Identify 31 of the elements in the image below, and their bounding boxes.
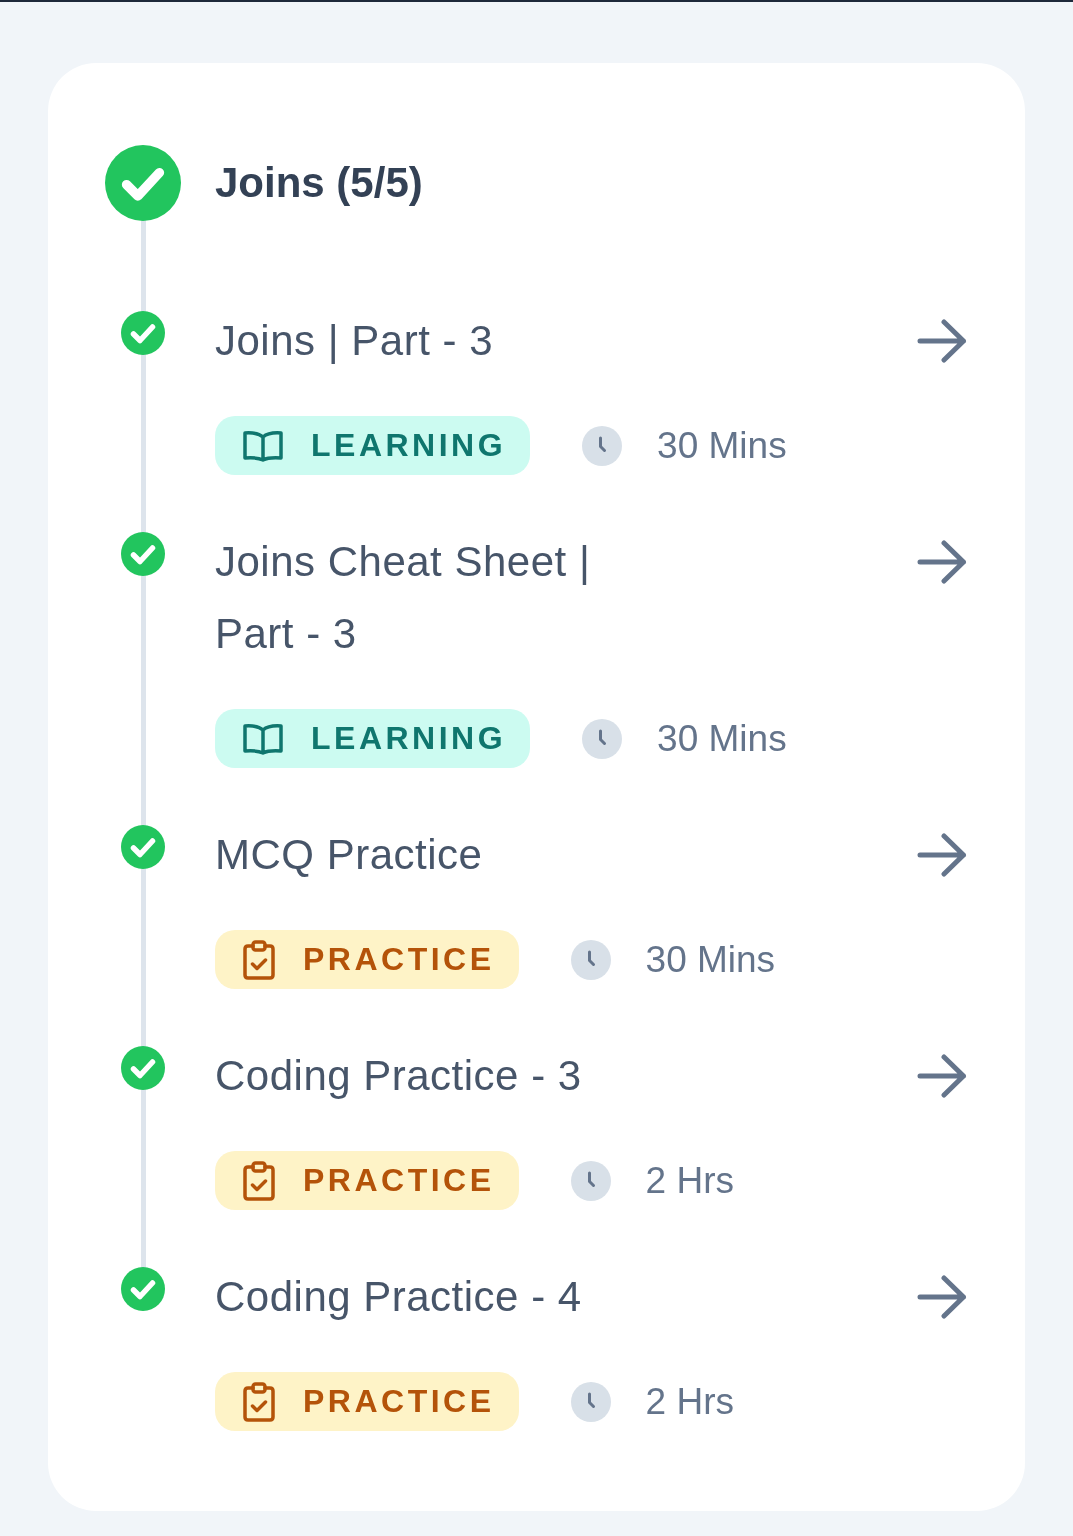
duration-text: 30 Mins [645, 938, 776, 981]
arrow-right-icon[interactable] [917, 1275, 967, 1319]
duration-text: 30 Mins [657, 424, 787, 467]
duration-text: 2 Hrs [645, 1380, 734, 1423]
book-icon [243, 722, 283, 755]
clock-icon [570, 1160, 611, 1201]
clipboard-check-icon [243, 1160, 275, 1201]
book-icon [243, 429, 283, 462]
clock-icon [570, 939, 611, 980]
category-label: PRACTICE [303, 941, 495, 978]
duration-text: 2 Hrs [645, 1159, 734, 1202]
lesson-title: Coding Practice - 3 [215, 1051, 582, 1101]
duration-text: 30 Mins [657, 717, 787, 760]
category-label: PRACTICE [303, 1162, 495, 1199]
lesson-title: Joins Cheat Sheet | Part - 3 [215, 537, 592, 659]
clock-icon [570, 1381, 611, 1422]
arrow-right-icon[interactable] [917, 319, 967, 363]
clipboard-check-icon [243, 939, 275, 980]
category-label: LEARNING [311, 427, 507, 464]
arrow-right-icon[interactable] [917, 833, 967, 877]
arrow-right-icon[interactable] [917, 1054, 967, 1098]
clipboard-check-icon [243, 1381, 275, 1422]
clock-icon [582, 425, 623, 466]
lesson-title: Coding Practice - 4 [215, 1272, 582, 1322]
section-title: Joins (5/5) [215, 157, 423, 208]
arrow-right-icon[interactable] [917, 540, 967, 584]
lesson-title: Joins | Part - 3 [215, 316, 493, 366]
lesson-title: MCQ Practice [215, 830, 483, 880]
category-label: LEARNING [311, 720, 507, 757]
category-label: PRACTICE [303, 1383, 495, 1420]
clock-icon [582, 718, 623, 759]
